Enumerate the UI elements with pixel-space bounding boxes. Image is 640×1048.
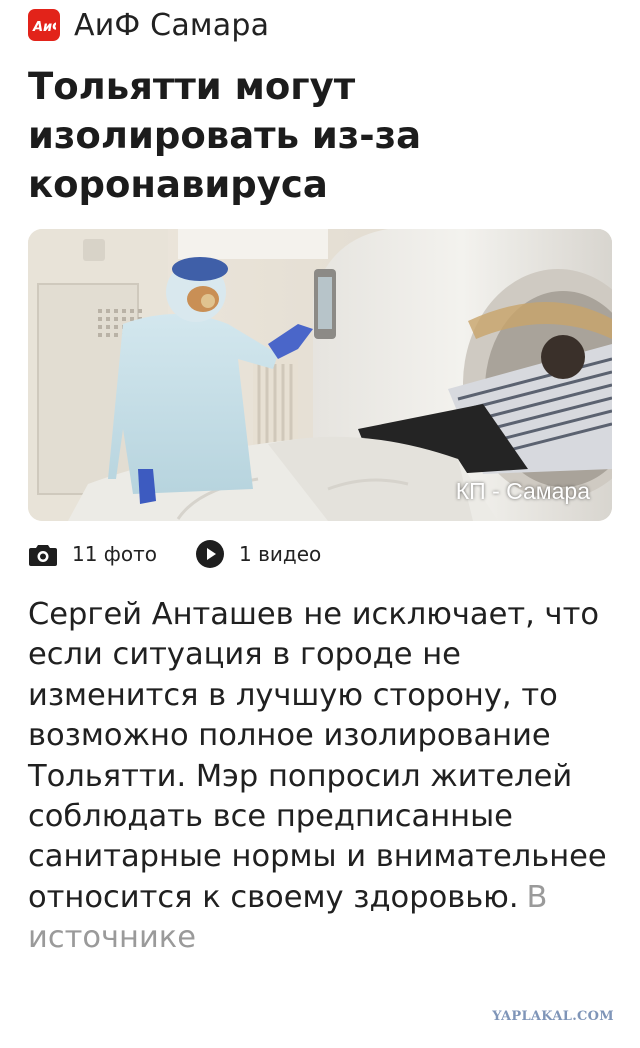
article-summary: Сергей Анташев не исключает, что если си… (28, 595, 618, 959)
summary-text: Сергей Анташев не исключает, что если си… (28, 597, 607, 915)
source-name[interactable]: АиФ Самара (74, 8, 269, 43)
article-photo[interactable]: КП - Самара (28, 229, 612, 521)
video-button[interactable]: 1 видео (195, 539, 321, 569)
video-count-label: 1 видео (239, 542, 322, 566)
photos-count-label: 11 фото (72, 542, 158, 566)
camera-icon (28, 539, 58, 569)
article-headline[interactable]: Тольятти могут изолировать из-за коронав… (28, 62, 608, 209)
photo-credit: КП - Самара (455, 478, 590, 504)
watermark: YAPLAKAL.COM (492, 1009, 614, 1024)
play-icon (195, 539, 225, 569)
photos-button[interactable]: 11 фото (28, 539, 157, 569)
source-header[interactable]: АиФ АиФ Самара (28, 8, 269, 43)
aif-logo-icon: АиФ (28, 9, 60, 41)
svg-text:АиФ: АиФ (32, 20, 56, 35)
media-row: 11 фото 1 видео (28, 538, 321, 570)
